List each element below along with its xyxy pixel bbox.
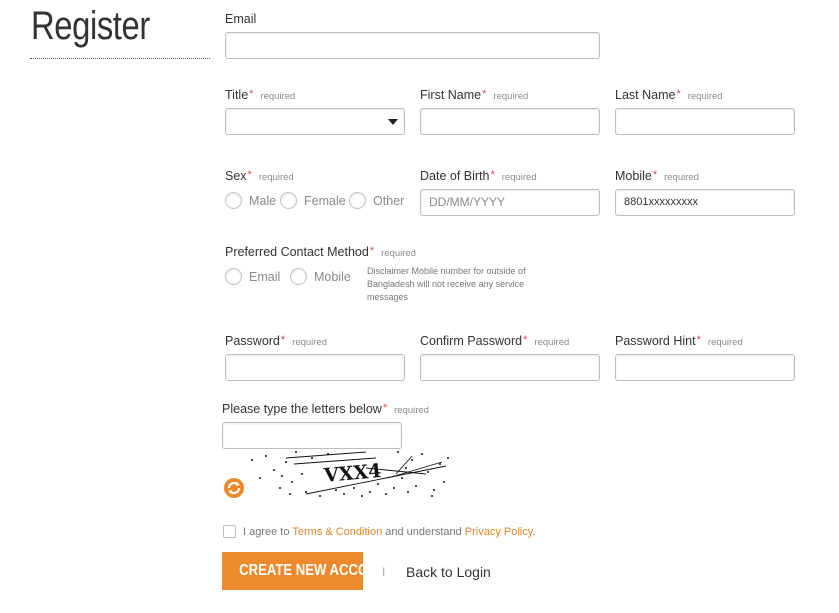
password-field[interactable] xyxy=(225,354,405,381)
required-star: * xyxy=(249,88,254,100)
radio-circle[interactable] xyxy=(225,192,242,209)
last-name-label: Last Name* required xyxy=(615,88,723,102)
title-label: Title* required xyxy=(225,88,296,102)
confirm-password-field[interactable] xyxy=(420,354,600,381)
dob-field[interactable]: DD/MM/YYYY xyxy=(420,189,600,216)
captcha-label: Please type the letters below* required xyxy=(222,402,429,416)
required-star: * xyxy=(490,169,495,181)
radio-circle[interactable] xyxy=(280,192,297,209)
contact-method-label: Preferred Contact Method* required xyxy=(225,245,416,259)
required-star: * xyxy=(382,402,388,414)
required-star: * xyxy=(696,334,701,346)
refresh-captcha-icon[interactable] xyxy=(223,477,245,499)
action-separator: I xyxy=(382,565,386,579)
required-star: * xyxy=(676,88,681,100)
back-to-login-link[interactable]: Back to Login xyxy=(406,564,491,580)
title-divider xyxy=(30,58,210,59)
radio-circle[interactable] xyxy=(290,268,307,285)
contact-radio-email[interactable]: Email xyxy=(225,268,280,285)
confirm-password-label: Confirm Password* required xyxy=(420,334,570,348)
contact-radio-mobile[interactable]: Mobile xyxy=(290,268,351,285)
captcha-text: VXX4 xyxy=(322,460,382,487)
create-account-button[interactable]: CREATE NEW ACCOUNT xyxy=(222,552,395,590)
radio-circle[interactable] xyxy=(349,192,366,209)
sex-radio-male[interactable]: Male xyxy=(225,192,276,209)
first-name-field[interactable] xyxy=(420,108,600,135)
terms-link[interactable]: Terms & Condition xyxy=(292,526,382,538)
mobile-disclaimer: Disclaimer Mobile number for outside of … xyxy=(367,266,526,302)
sex-radio-other[interactable]: Other xyxy=(349,192,404,209)
privacy-link[interactable]: Privacy Policy xyxy=(465,526,533,538)
password-label: Password* required xyxy=(225,334,328,348)
mobile-label: Mobile* required xyxy=(615,169,699,183)
chevron-down-icon xyxy=(388,119,398,125)
agree-checkbox[interactable] xyxy=(223,525,236,538)
required-star: * xyxy=(523,334,528,346)
required-star: * xyxy=(369,245,375,257)
required-star: * xyxy=(280,334,286,346)
mobile-field[interactable]: 8801xxxxxxxxx xyxy=(615,189,795,216)
page-title: Register xyxy=(31,4,150,48)
password-hint-field[interactable] xyxy=(615,354,795,381)
sex-label: Sex* required xyxy=(225,169,294,183)
required-star: * xyxy=(482,88,487,100)
password-hint-label: Password Hint* required xyxy=(615,334,743,348)
radio-circle[interactable] xyxy=(225,268,242,285)
first-name-label: First Name* required xyxy=(420,88,529,102)
captcha-image: VXX4 xyxy=(251,451,449,497)
dob-label: Date of Birth* required xyxy=(420,169,537,183)
email-field[interactable] xyxy=(225,32,600,59)
required-star: * xyxy=(652,169,658,181)
title-select[interactable] xyxy=(225,108,405,135)
agreement-text: I agree to Terms & Condition and underst… xyxy=(243,526,536,538)
required-star: * xyxy=(247,169,252,181)
last-name-field[interactable] xyxy=(615,108,795,135)
email-label: Email xyxy=(225,12,257,26)
captcha-input[interactable] xyxy=(222,422,402,449)
sex-radio-female[interactable]: Female xyxy=(280,192,346,209)
